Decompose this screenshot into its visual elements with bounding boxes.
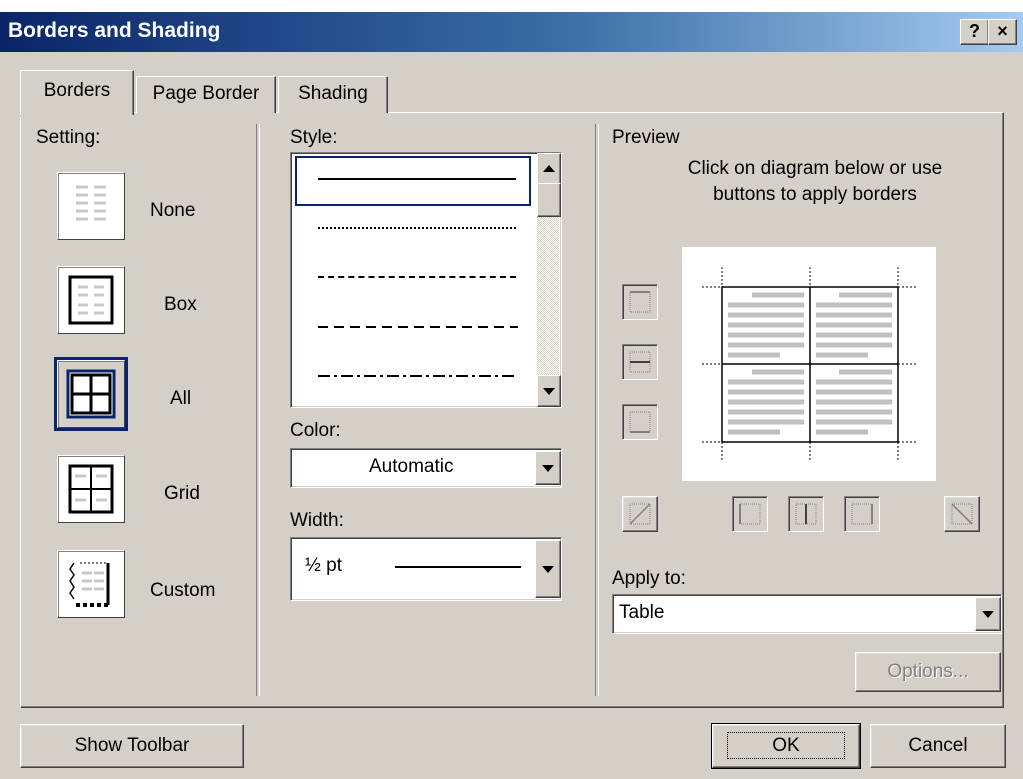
style-line-dash-dot[interactable] [318,374,518,378]
right-border-icon [851,503,873,525]
top-border-button[interactable] [622,284,658,320]
setting-grid-label[interactable]: Grid [164,483,200,505]
setting-box-thumb[interactable] [57,266,125,334]
width-value: ½ pt [305,555,342,576]
diagonal-down-icon [951,503,973,525]
right-border-button[interactable] [844,496,880,532]
separator-left [256,124,260,696]
apply-to-dropdown[interactable]: Table [612,594,1002,634]
setting-box-label[interactable]: Box [164,294,197,316]
diagonal-down-border-button[interactable] [944,496,980,532]
bottom-border-button[interactable] [622,404,658,440]
style-selected-row[interactable] [295,156,531,206]
options-button[interactable]: Options... [855,652,1001,692]
setting-custom-label[interactable]: Custom [150,580,215,602]
left-border-button[interactable] [732,496,768,532]
color-dropdown-arrow-icon[interactable] [535,451,561,485]
preview-label: Preview [612,127,680,148]
style-line-dotted[interactable] [318,227,516,229]
cancel-button[interactable]: Cancel [870,724,1006,768]
style-scroll-thumb[interactable] [537,183,561,217]
style-line-dashed-short[interactable] [318,276,516,278]
setting-grid-thumb[interactable] [57,455,125,523]
preview-instructions-line1: Click on diagram below or use [687,158,943,179]
tab-shading-label: Shading [298,83,368,104]
style-line-solid[interactable] [318,178,516,180]
close-button[interactable]: × [988,19,1017,45]
style-scroll-down-button[interactable] [537,375,561,407]
preview-instructions-line2: buttons to apply borders [713,184,917,205]
bottom-border-icon [629,411,651,433]
style-scroll-up-button[interactable] [537,153,561,185]
separator-right [595,124,599,696]
ok-button[interactable]: OK [711,723,861,769]
show-toolbar-button[interactable]: Show Toolbar [20,724,244,768]
inside-vertical-border-icon [795,503,817,525]
diagonal-up-icon [629,503,651,525]
custom-preview-icon [69,562,110,607]
scroll-up-icon [543,165,555,172]
width-line-preview [395,566,521,568]
setting-none-label[interactable]: None [150,200,195,222]
none-preview-icon [76,185,106,221]
options-button-label: Options... [887,661,969,682]
tab-page-border-label: Page Border [152,83,260,104]
tab-shading[interactable]: Shading [278,76,388,113]
inside-horizontal-border-icon [629,351,651,373]
style-line-dashed[interactable] [318,325,518,329]
apply-to-dropdown-arrow-icon[interactable] [975,597,1001,631]
width-dropdown[interactable]: ½ pt [290,537,562,601]
style-label: Style: [290,127,338,148]
color-value: Automatic [369,456,454,477]
diagonal-up-border-button[interactable] [622,496,658,532]
tab-borders-label: Borders [43,80,111,101]
top-border-icon [629,291,651,313]
cancel-button-label: Cancel [908,735,968,756]
tab-page-border[interactable]: Page Border [136,76,276,113]
inside-horizontal-border-button[interactable] [622,344,658,380]
ok-button-label: OK [727,732,845,759]
style-listbox[interactable] [290,152,562,408]
preview-table-icon [702,267,918,461]
help-button[interactable]: ? [960,19,989,45]
tab-borders[interactable]: Borders [20,70,134,115]
dialog-title: Borders and Shading [8,19,221,42]
title-bar: Borders and Shading ? × [0,12,1023,52]
color-dropdown[interactable]: Automatic [290,448,562,488]
apply-to-label: Apply to: [612,568,686,589]
box-preview-icon [68,275,114,325]
borders-and-shading-dialog: Borders and Shading ? × Page Border Shad… [0,12,1023,779]
width-dropdown-arrow-icon[interactable] [535,540,561,598]
scroll-down-icon [543,388,555,395]
grid-preview-icon [68,464,114,514]
setting-all-label[interactable]: All [170,388,191,410]
setting-none-thumb[interactable] [57,172,125,240]
preview-diagram[interactable] [682,247,936,481]
all-preview-icon [66,369,116,419]
setting-label: Setting: [36,127,101,148]
inside-vertical-border-button[interactable] [788,496,824,532]
color-label: Color: [290,420,341,441]
show-toolbar-label: Show Toolbar [74,735,190,756]
left-border-icon [739,503,761,525]
apply-to-value: Table [619,602,665,623]
width-label: Width: [290,510,344,531]
setting-custom-thumb[interactable] [57,550,125,618]
setting-all-thumb[interactable] [54,357,128,431]
